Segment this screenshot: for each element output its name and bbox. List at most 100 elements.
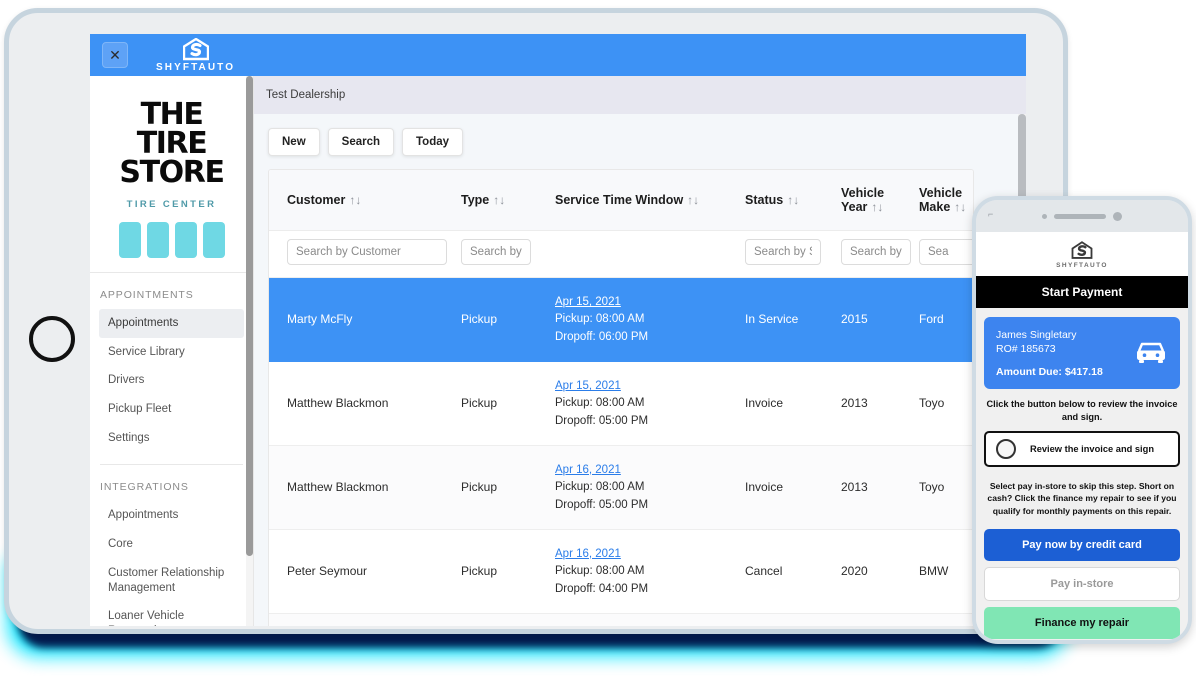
close-icon[interactable]: ✕ (102, 42, 128, 68)
appointment-date-link[interactable]: Apr 16, 2021 (555, 546, 745, 562)
cell-vehicle-make: Chrys (919, 613, 973, 626)
dealer-logo-line2: STORE (119, 155, 225, 191)
dealer-logo-line1: THE TIRE (136, 97, 208, 162)
app-body: THE TIRE STORE TIRE CENTER APPOINTMENTS … (90, 76, 1026, 626)
pickup-time: Pickup: 08:00 AM (555, 481, 645, 494)
app-brand: SHYFTAUTO (156, 37, 236, 73)
sidebar-divider (100, 464, 243, 466)
appointment-date-link[interactable]: Apr 15, 2021 (555, 294, 745, 310)
column-label: Status (745, 193, 784, 207)
cell-status: Invoice (745, 361, 841, 446)
sidebar-item-settings[interactable]: Settings (99, 424, 244, 453)
filter-customer-input[interactable] (287, 239, 447, 265)
today-button[interactable]: Today (402, 128, 464, 156)
cell-vehicle-make: BMW (919, 529, 973, 614)
pay-now-credit-card-button[interactable]: Pay now by credit card (984, 528, 1180, 561)
sidebar-item-label: Service Library (108, 345, 185, 358)
sort-updown-icon[interactable]: ↑↓ (493, 193, 505, 207)
filter-type-input[interactable] (461, 239, 531, 265)
cell-status: Invoice (745, 613, 841, 626)
breadcrumb-label: Test Dealership (266, 89, 346, 101)
phone-screen: SHYFTAUTO Start Payment James Singletary… (976, 232, 1188, 640)
shyftauto-logo-icon (1071, 241, 1093, 259)
sidebar-item-integrations-appointments[interactable]: Appointments (99, 501, 244, 530)
sidebar-item-label: Customer Relationship Management (108, 566, 225, 594)
filter-vehicle-year-input[interactable] (841, 239, 911, 265)
review-invoice-label: Review the invoice and sign (1030, 444, 1154, 455)
sidebar-item-drivers[interactable]: Drivers (99, 366, 244, 395)
column-header-type[interactable]: Type ↑↓ (461, 170, 555, 231)
cell-service-time-window: Apr 15, 2021 Pickup: 08:00 AM Dropoff: 0… (555, 277, 745, 362)
cell-type: Pickup (461, 361, 555, 446)
phone-status-icon: ⌐ (988, 209, 994, 219)
breadcrumb: Test Dealership (254, 76, 1026, 114)
table-row[interactable]: Matthew Blackmon Pickup Apr 15, 2021 Pic… (269, 361, 973, 446)
sidebar-item-pickup-fleet[interactable]: Pickup Fleet (99, 395, 244, 424)
phone-title-bar: Start Payment (976, 276, 1188, 308)
column-header-vehicle-year[interactable]: Vehicle Year ↑↓ (841, 170, 919, 231)
cell-vehicle-year: 2013 (841, 445, 919, 530)
ro-customer-name: James Singletary (996, 329, 1077, 341)
tablet-device: ✕ SHYFTAUTO THE TIRE STORE TIRE CENTER A… (4, 8, 1068, 634)
sidebar-item-label: Appointments (108, 316, 179, 329)
table-header: Customer ↑↓ Type ↑↓ Service Time Window ↑↓ … (269, 170, 973, 231)
filter-vehicle-make-input[interactable] (919, 239, 973, 265)
cell-customer: Matthew Blackmon (269, 445, 461, 530)
column-header-vehicle-make[interactable]: Vehicle Make ↑↓ (919, 170, 973, 231)
sidebar-item-core[interactable]: Core (99, 530, 244, 559)
radio-circle-icon[interactable] (996, 439, 1016, 460)
cell-type: Pickup (461, 613, 555, 626)
column-header-status[interactable]: Status ↑↓ (745, 170, 841, 231)
sidebar-item-crm[interactable]: Customer Relationship Management (99, 559, 244, 602)
phone-camera-icon (1113, 211, 1122, 221)
sidebar-scrollbar[interactable] (246, 76, 253, 626)
filter-status-input[interactable] (745, 239, 821, 265)
sidebar-item-service-library[interactable]: Service Library (99, 338, 244, 367)
table-row[interactable]: Marty McFly Pickup Apr 15, 2021 Pickup: … (269, 277, 973, 362)
phone-body: James Singletary RO# 185673 Amount Due: … (976, 308, 1188, 639)
dealer-logo: THE TIRE STORE TIRE CENTER (90, 76, 253, 273)
finance-my-repair-button[interactable]: Finance my repair (984, 606, 1180, 639)
sidebar-item-label: Loaner Vehicle Reservation Management (108, 610, 185, 626)
sort-updown-icon[interactable]: ↑↓ (349, 193, 361, 207)
phone-note-bottom: Select pay in-store to skip this step. S… (987, 481, 1177, 516)
review-invoice-button[interactable]: Review the invoice and sign (984, 431, 1180, 468)
sort-updown-icon[interactable]: ↑↓ (871, 200, 883, 214)
sort-updown-icon[interactable]: ↑↓ (954, 200, 966, 214)
sidebar-item-loaner-vehicle-reservation[interactable]: Loaner Vehicle Reservation Management (99, 602, 244, 626)
tablet-home-button[interactable] (29, 316, 75, 362)
table-row[interactable]: Marty McFly Pickup Apr 16, 2021 Pickup: … (269, 613, 973, 626)
column-header-customer[interactable]: Customer ↑↓ (269, 170, 461, 231)
table-row[interactable]: Peter Seymour Pickup Apr 16, 2021 Pickup… (269, 529, 973, 614)
phone-brand-name: SHYFTAUTO (1056, 262, 1108, 269)
column-header-service-time-window[interactable]: Service Time Window ↑↓ (555, 170, 745, 231)
cell-status: Cancel (745, 529, 841, 614)
shyftauto-logo-icon (182, 37, 209, 60)
cell-vehicle-make: Toyo (919, 361, 973, 446)
sidebar-item-appointments[interactable]: Appointments (99, 308, 244, 338)
cell-vehicle-year: 2020 (841, 529, 919, 614)
pickup-time: Pickup: 08:00 AM (555, 313, 645, 326)
ro-amount-due: Amount Due: $417.18 (996, 366, 1103, 379)
repair-order-card: James Singletary RO# 185673 Amount Due: … (984, 317, 1180, 390)
sidebar-scrollbar-thumb[interactable] (246, 76, 253, 556)
sidebar: THE TIRE STORE TIRE CENTER APPOINTMENTS … (90, 76, 254, 626)
appointment-date-link[interactable]: Apr 16, 2021 (555, 462, 745, 478)
search-button[interactable]: Search (327, 128, 395, 156)
toolbar: New Search Today (254, 114, 1026, 156)
filter-service-time-window-cell (555, 230, 745, 278)
appointment-date-link[interactable]: Apr 15, 2021 (555, 378, 745, 394)
payment-buttons: Pay now by credit card Pay in-store Fina… (984, 528, 1180, 639)
sort-updown-icon[interactable]: ↑↓ (787, 193, 799, 207)
table-row[interactable]: Matthew Blackmon Pickup Apr 16, 2021 Pic… (269, 445, 973, 530)
cell-status: In Service (745, 277, 841, 362)
phone-speaker-icon (1054, 213, 1106, 219)
sort-updown-icon[interactable]: ↑↓ (687, 193, 699, 207)
app-brand-name: SHYFTAUTO (156, 61, 236, 73)
cell-status: Invoice (745, 445, 841, 530)
cell-service-time-window: Apr 16, 2021 Pickup: 10:00 AM Dropoff: 0… (555, 613, 745, 626)
repair-order-info: James Singletary RO# 185673 Amount Due: … (996, 328, 1103, 378)
new-button[interactable]: New (268, 128, 320, 156)
pay-in-store-button[interactable]: Pay in-store (984, 566, 1180, 601)
cell-service-time-window: Apr 16, 2021 Pickup: 08:00 AM Dropoff: 0… (555, 529, 745, 614)
